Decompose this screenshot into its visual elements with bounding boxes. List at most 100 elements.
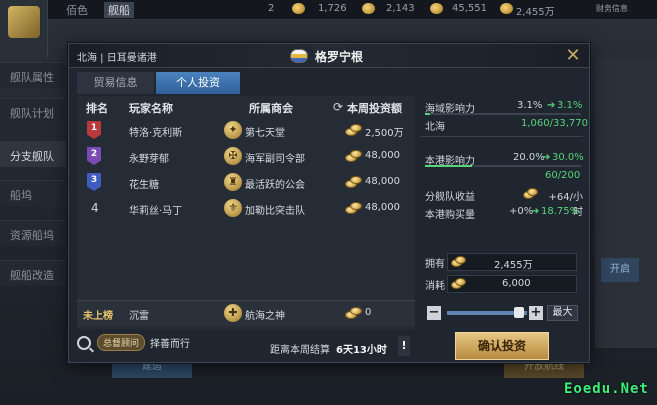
top-resource-bar: 佰色 舰船 2 1,726 2,143 45,551 2,455万 财务信息	[0, 0, 657, 20]
finance-info-link[interactable]: 财务信息	[596, 3, 628, 14]
rank-number: 4	[91, 201, 99, 215]
investment-slider[interactable]	[447, 307, 527, 318]
arrow-right-icon: ➔	[531, 206, 540, 217]
close-icon: ✕	[565, 45, 581, 66]
dialog-title-wrap: 格罗宁根	[290, 47, 363, 65]
guild-emblem-icon: ✦	[224, 121, 242, 139]
tab-personal-investment[interactable]: 个人投资	[156, 72, 240, 94]
guild-name: 海军副司令部	[245, 154, 305, 165]
buy-volume-from: +0%	[509, 206, 534, 217]
tab-trade-info[interactable]: 贸易信息	[77, 72, 154, 94]
settlement-countdown: 距离本周结算 6天13小时	[270, 341, 387, 356]
header-investment: 本周投资额	[347, 102, 402, 115]
guild-name: 加勒比突击队	[245, 206, 305, 217]
settle-label: 距离本周结算	[270, 345, 330, 356]
sea-progress: 1,060/33,770	[521, 118, 588, 129]
cost-label: 消耗	[425, 281, 445, 292]
sidebar-item-1[interactable]: 舰队属性	[0, 62, 66, 88]
guild-name: 第七天堂	[245, 128, 285, 139]
port-progress: 60/200	[545, 170, 581, 181]
refresh-icon[interactable]: ⟳	[333, 100, 343, 114]
arrow-right-icon: ➔	[547, 100, 556, 111]
table-row[interactable]: 1 特洛·克利斯 ✦ 第七天堂 2,500万	[77, 118, 415, 144]
dialog-title: 格罗宁根	[315, 49, 364, 64]
dialog-tabs: 贸易信息 个人投资	[77, 72, 240, 94]
player-name: 永野芽郁	[129, 154, 169, 165]
dialog-header: 北海 | 日耳曼诸港 格罗宁根 ✕	[69, 44, 589, 68]
header-player: 玩家名称	[129, 102, 173, 115]
resource-icon	[292, 3, 305, 14]
watermark: Eoedu.Net	[564, 381, 649, 397]
investment-amount: 2,500万	[365, 128, 404, 139]
investment-amount: 48,000	[365, 176, 400, 187]
close-button[interactable]: ✕	[563, 46, 583, 66]
resource-count-1: 2	[268, 3, 275, 14]
sidebar-item-3[interactable]: 分支舰队	[0, 141, 66, 167]
decrease-button[interactable]: −	[427, 306, 441, 320]
top-tab-2[interactable]: 舰船	[104, 2, 134, 18]
sidebar-item-5[interactable]: 资源船坞	[0, 220, 66, 246]
sea-influence-from: 3.1%	[517, 100, 543, 111]
background-right-panel	[595, 58, 657, 348]
port-influence-to: 30.0%	[552, 152, 584, 163]
resource-count-4: 45,551	[452, 3, 487, 14]
guild-emblem-icon: ✚	[224, 304, 242, 322]
buy-volume-to: 18.75%	[541, 206, 580, 217]
info-button[interactable]: !	[398, 336, 410, 356]
sidebar-item-4[interactable]: 船坞	[0, 180, 66, 206]
player-name: 花生糖	[129, 180, 159, 191]
arrow-right-icon: ➔	[542, 152, 551, 163]
player-name: 华莉丝·马丁	[129, 206, 183, 217]
rank-badge-icon: 3	[87, 173, 101, 191]
emblem-icon	[8, 6, 40, 38]
table-row[interactable]: 4 华莉丝·马丁 ⚜ 加勒比突击队 48,000	[77, 196, 415, 222]
sea-influence-bar	[425, 113, 581, 115]
own-label: 拥有	[425, 259, 445, 270]
max-button[interactable]: 最大	[547, 305, 578, 321]
guild-name: 最活跃的公会	[245, 180, 305, 191]
own-value: 2,455万	[494, 260, 533, 271]
fleet-income-label: 分舰队收益	[425, 192, 475, 203]
coin-icon	[362, 3, 375, 14]
cost-amount-box: 6,000	[447, 275, 577, 293]
resource-count-3: 2,143	[386, 3, 415, 14]
sidebar-item-6[interactable]: 舰船改造	[0, 260, 66, 286]
investment-amount: 48,000	[365, 202, 400, 213]
my-guild-name: 航海之神	[245, 311, 285, 322]
game-logo	[0, 0, 48, 58]
sea-influence-bar-fill	[425, 113, 430, 115]
increase-button[interactable]: +	[529, 306, 543, 320]
port-influence-from: 20.0%	[513, 152, 545, 163]
coin-stack-icon	[345, 123, 363, 137]
coin-stack-icon	[345, 201, 363, 215]
resource-count-5: 2,455万	[516, 7, 555, 18]
sidebar-item-2[interactable]: 舰队计划	[0, 98, 66, 124]
slider-handle[interactable]	[514, 307, 524, 318]
guild-emblem-icon: ✠	[224, 147, 242, 165]
background-invest-button[interactable]: 开启	[601, 258, 639, 282]
cost-value: 6,000	[502, 278, 531, 289]
advisor-badge: 总督顾问	[97, 334, 146, 351]
header-guild: 所属商会	[249, 102, 293, 115]
guild-emblem-icon: ⚜	[224, 199, 242, 217]
investment-ranking-table: 排名 玩家名称 所属商会 ⟳ 本周投资额 1 特洛·克利斯 ✦ 第七天堂 2,5…	[77, 96, 415, 329]
top-tab-1[interactable]: 佰色	[66, 2, 88, 18]
resource-count-2: 1,726	[318, 3, 347, 14]
advisor-text: 择善而行	[150, 339, 191, 350]
port-influence-bar	[425, 165, 581, 167]
coin-stack-icon	[345, 149, 363, 163]
search-icon[interactable]	[77, 335, 91, 350]
coin-icon	[430, 3, 443, 14]
my-investment-amount: 0	[365, 307, 372, 318]
confirm-investment-button[interactable]: 确认投资	[455, 332, 549, 360]
header-rank: 排名	[86, 102, 108, 115]
rank-badge-icon: 1	[87, 121, 101, 139]
sea-region: 北海	[425, 122, 445, 133]
coin-icon	[451, 256, 467, 268]
table-row[interactable]: 2 永野芽郁 ✠ 海军副司令部 48,000	[77, 144, 415, 170]
investment-effect-panel: 海域影响力 3.1% ➔ 3.1% 北海 1,060/33,770 本港影响力 …	[421, 96, 588, 329]
table-row[interactable]: 3 花生糖 ♜ 最活跃的公会 48,000	[77, 170, 415, 196]
coin-icon	[523, 188, 539, 200]
player-name: 特洛·克利斯	[129, 128, 183, 139]
my-ranking-row: 未上榜 沉雷 ✚ 航海之神 0	[77, 300, 415, 326]
